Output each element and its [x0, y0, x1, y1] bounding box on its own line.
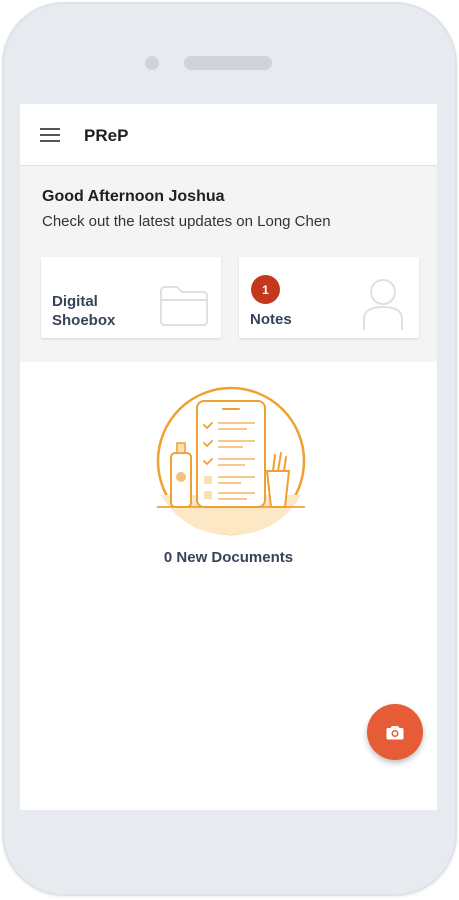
app-screen: PReP Good Afternoon Joshua Check out the… — [20, 104, 437, 810]
updates-subtitle: Check out the latest updates on Long Che… — [42, 213, 331, 230]
digital-shoebox-card[interactable]: Digital Shoebox — [41, 257, 221, 338]
person-icon — [363, 279, 403, 330]
notes-label: Notes — [250, 311, 292, 328]
camera-icon — [386, 725, 404, 739]
phone-frame: PReP Good Afternoon Joshua Check out the… — [2, 2, 457, 896]
documents-illustration — [156, 386, 306, 536]
app-bar: PReP — [20, 104, 437, 166]
camera-fab-button[interactable] — [367, 704, 423, 760]
greeting-text: Good Afternoon Joshua — [42, 188, 225, 205]
digital-shoebox-label: Digital Shoebox — [52, 292, 115, 330]
notes-card[interactable]: 1 Notes — [239, 257, 419, 338]
speaker-grille — [184, 56, 272, 70]
hamburger-menu-icon[interactable] — [40, 128, 60, 142]
notes-count-badge: 1 — [251, 275, 280, 304]
camera-dot — [145, 56, 159, 70]
folder-icon — [160, 286, 208, 326]
new-documents-status: 0 New Documents — [163, 549, 294, 566]
app-title: PReP — [84, 126, 129, 145]
shoebox-label-line1: Digital — [52, 293, 98, 310]
shoebox-label-line2: Shoebox — [52, 312, 116, 329]
welcome-section: Good Afternoon Joshua Check out the late… — [20, 166, 437, 362]
